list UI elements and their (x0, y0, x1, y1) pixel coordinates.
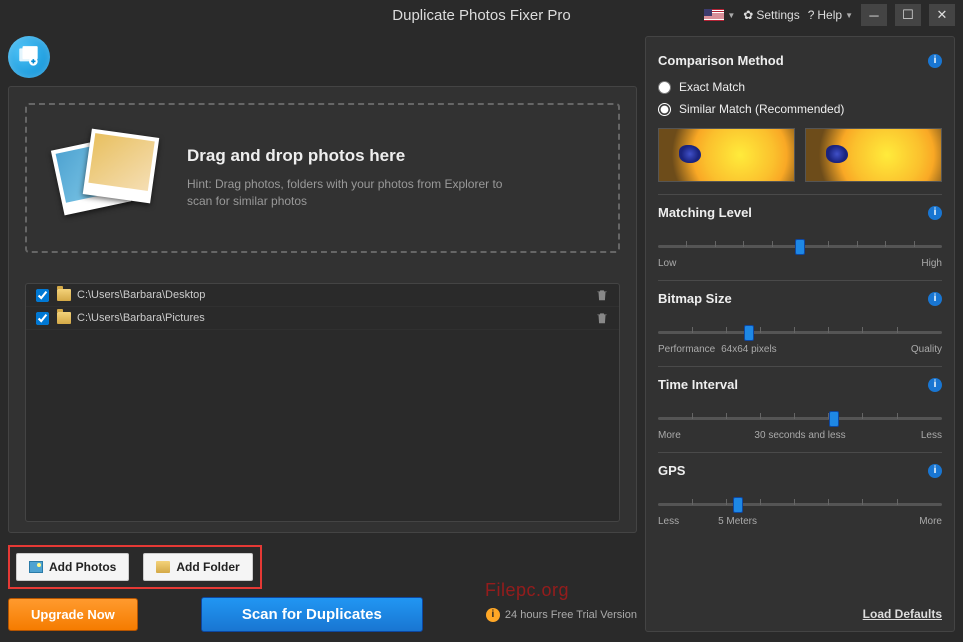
slider-handle[interactable] (733, 497, 743, 513)
comparison-heading: Comparison Method (658, 53, 784, 68)
path-checkbox[interactable] (36, 312, 49, 325)
slider-handle[interactable] (795, 239, 805, 255)
path-row: C:\Users\Barbara\Pictures (26, 307, 619, 330)
upgrade-button[interactable]: Upgrade Now (8, 598, 138, 631)
folder-icon (156, 561, 170, 573)
gps-slider[interactable]: Less 5 Meters More (658, 488, 942, 530)
scan-button[interactable]: Scan for Duplicates (201, 597, 423, 632)
path-list: C:\Users\Barbara\Desktop C:\Users\Barbar… (25, 283, 620, 522)
bitmap-size-slider[interactable]: Performance 64x64 pixels Quality (658, 316, 942, 358)
info-icon[interactable]: i (928, 378, 942, 392)
load-defaults-link[interactable]: Load Defaults (863, 607, 942, 621)
dropzone-image-icon (47, 123, 167, 233)
slider-right-label: Quality (911, 344, 942, 355)
help-icon: ? (808, 8, 815, 22)
slider-value-label: 30 seconds and less (754, 430, 845, 441)
slider-right-label: High (921, 258, 942, 269)
path-text: C:\Users\Barbara\Pictures (77, 312, 595, 324)
slider-left-label: Low (658, 258, 676, 269)
trash-icon[interactable] (595, 288, 609, 302)
add-photos-button[interactable]: Add Photos (16, 553, 129, 581)
time-interval-slider[interactable]: More 30 seconds and less Less (658, 402, 942, 444)
slider-left-label: More (658, 430, 681, 441)
info-icon[interactable]: i (928, 206, 942, 220)
dropzone[interactable]: Drag and drop photos here Hint: Drag pho… (25, 103, 620, 253)
slider-left-label: Performance (658, 344, 715, 355)
time-interval-heading: Time Interval (658, 377, 738, 392)
matching-level-heading: Matching Level (658, 205, 752, 220)
add-photos-label: Add Photos (49, 560, 116, 574)
maximize-button[interactable]: ☐ (895, 4, 921, 26)
slider-right-label: More (919, 516, 942, 527)
dropzone-heading: Drag and drop photos here (187, 146, 527, 166)
exact-match-label: Exact Match (679, 80, 745, 94)
gps-heading: GPS (658, 463, 685, 478)
slider-handle[interactable] (744, 325, 754, 341)
slider-handle[interactable] (829, 411, 839, 427)
info-icon[interactable]: i (928, 464, 942, 478)
main-panel: Drag and drop photos here Hint: Drag pho… (8, 86, 637, 533)
help-link[interactable]: ? Help ▼ (808, 8, 853, 22)
close-button[interactable]: ✕ (929, 4, 955, 26)
slider-left-label: Less (658, 516, 679, 527)
add-folder-button[interactable]: Add Folder (143, 553, 252, 581)
add-folder-label: Add Folder (176, 560, 239, 574)
folder-icon (57, 312, 71, 324)
similar-match-label: Similar Match (Recommended) (679, 102, 844, 116)
bitmap-size-heading: Bitmap Size (658, 291, 732, 306)
path-row: C:\Users\Barbara\Desktop (26, 284, 619, 307)
slider-right-label: Less (921, 430, 942, 441)
info-icon: i (486, 608, 500, 622)
minimize-button[interactable]: ─ (861, 4, 887, 26)
trial-label: 24 hours Free Trial Version (505, 609, 637, 621)
info-icon[interactable]: i (928, 54, 942, 68)
settings-label: Settings (756, 8, 799, 22)
info-icon[interactable]: i (928, 292, 942, 306)
slider-value-label: 64x64 pixels (721, 344, 777, 355)
chevron-down-icon: ▼ (727, 11, 735, 20)
settings-link[interactable]: ✿ Settings (743, 8, 799, 22)
similar-match-radio[interactable]: Similar Match (Recommended) (658, 102, 942, 116)
settings-sidebar: Comparison Method i Exact Match Similar … (645, 36, 955, 632)
path-checkbox[interactable] (36, 289, 49, 302)
add-buttons-highlight: Add Photos Add Folder (8, 545, 262, 589)
app-logo-icon (8, 36, 50, 78)
gear-icon: ✿ (743, 8, 753, 22)
folder-icon (57, 289, 71, 301)
photo-icon (29, 561, 43, 573)
help-label: Help (817, 8, 842, 22)
comparison-thumbnail (658, 128, 795, 182)
matching-level-slider[interactable]: Low High (658, 230, 942, 272)
slider-value-label: 5 Meters (718, 516, 757, 527)
dropzone-hint: Hint: Drag photos, folders with your pho… (187, 176, 527, 210)
titlebar: Duplicate Photos Fixer Pro ▼ ✿ Settings … (0, 0, 963, 30)
app-title: Duplicate Photos Fixer Pro (392, 7, 570, 24)
comparison-thumbnail (805, 128, 942, 182)
exact-match-radio[interactable]: Exact Match (658, 80, 942, 94)
language-selector[interactable]: ▼ (704, 9, 735, 21)
chevron-down-icon: ▼ (845, 11, 853, 20)
flag-icon (704, 9, 724, 21)
trial-status: i 24 hours Free Trial Version (486, 608, 637, 622)
path-text: C:\Users\Barbara\Desktop (77, 289, 595, 301)
trash-icon[interactable] (595, 311, 609, 325)
